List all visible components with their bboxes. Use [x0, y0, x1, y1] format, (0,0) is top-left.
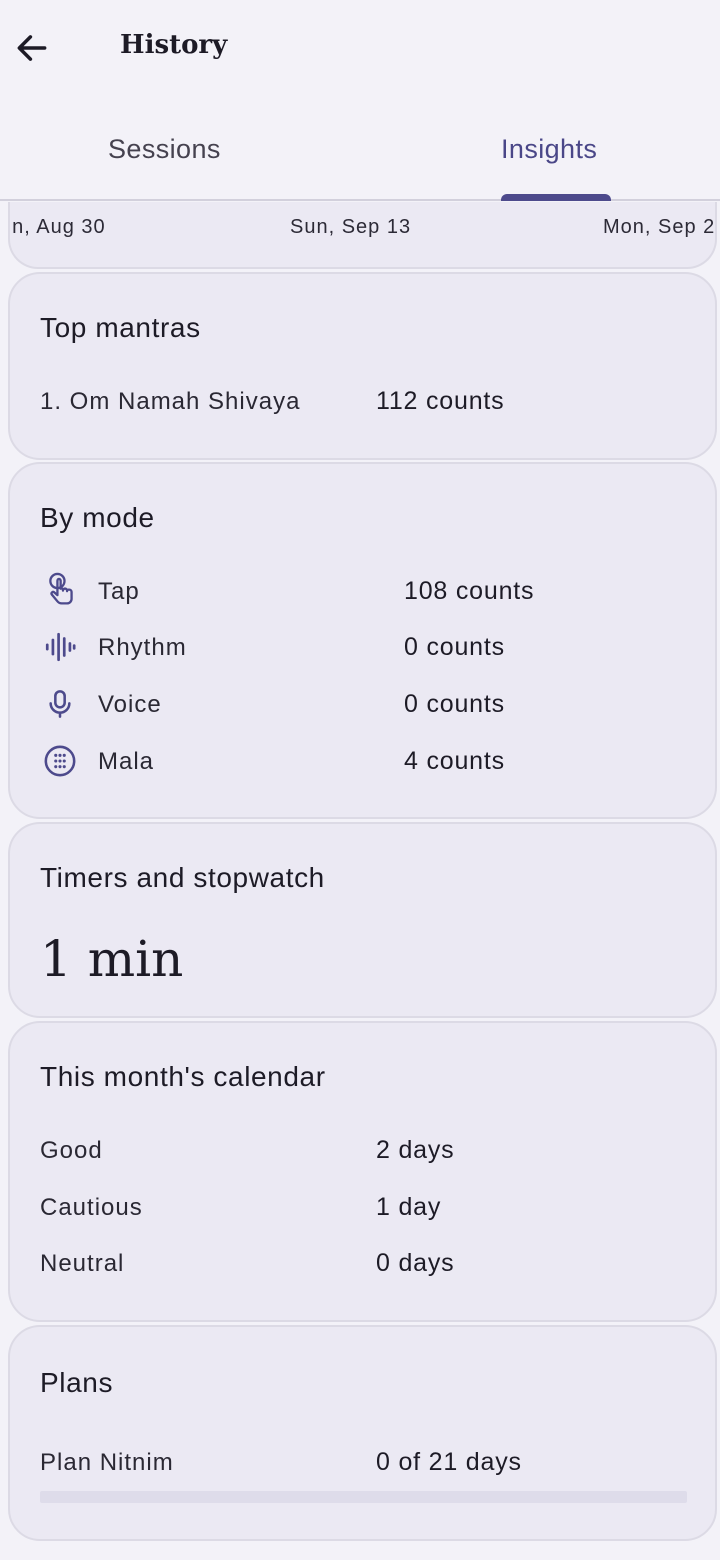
mode-label: Voice — [98, 691, 162, 718]
card-title: Top mantras — [40, 312, 201, 343]
tab-insights[interactable]: Insights — [501, 134, 597, 165]
app-bar: History — [0, 0, 720, 100]
card-title: Timers and stopwatch — [40, 862, 325, 893]
mala-beads-icon — [42, 743, 78, 779]
microphone-icon — [42, 686, 78, 722]
timeline-date[interactable]: Sun, Sep 13 — [290, 216, 411, 239]
mode-label: Mala — [98, 748, 155, 775]
calendar-value: 1 day — [376, 1193, 442, 1221]
mode-count: 0 counts — [404, 633, 505, 661]
card-title: This month's calendar — [40, 1061, 326, 1092]
mode-count: 108 counts — [404, 577, 535, 605]
calendar-card: This month's calendar Good 2 days Cautio… — [8, 1021, 717, 1322]
mode-count: 0 counts — [404, 690, 505, 718]
rhythm-waveform-icon — [42, 629, 78, 665]
card-title: By mode — [40, 502, 155, 533]
timers-card: Timers and stopwatch 1 min — [8, 822, 717, 1018]
plan-name: Plan Nitnim — [40, 1449, 174, 1476]
arrow-left-icon — [17, 35, 47, 61]
by-mode-card: By mode Tap 108 counts Rhythm 0 counts V… — [8, 462, 717, 819]
plan-progress-text: 0 of 21 days — [376, 1448, 522, 1476]
timeline-date[interactable]: un, Aug 30 — [10, 216, 106, 239]
calendar-label: Cautious — [40, 1194, 143, 1221]
mode-label: Tap — [98, 578, 140, 605]
timeline-date[interactable]: Mon, Sep 2 — [603, 216, 715, 239]
calendar-label: Good — [40, 1137, 103, 1164]
tab-sessions[interactable]: Sessions — [108, 134, 221, 165]
active-tab-indicator — [501, 194, 611, 201]
tab-bar: Sessions Insights — [0, 100, 720, 201]
plans-card: Plans Plan Nitnim 0 of 21 days — [8, 1325, 717, 1541]
card-title: Plans — [40, 1367, 114, 1398]
plan-progress-bar — [40, 1491, 687, 1503]
timer-total: 1 min — [40, 930, 184, 988]
back-button[interactable] — [8, 24, 56, 72]
top-mantras-card: Top mantras 1. Om Namah Shivaya 112 coun… — [8, 272, 717, 460]
tap-icon — [42, 572, 78, 608]
mode-count: 4 counts — [404, 747, 505, 775]
mode-label: Rhythm — [98, 634, 187, 661]
mantra-count: 112 counts — [376, 387, 505, 415]
history-screen: History Sessions Insights un, Aug 30 Sun… — [0, 0, 720, 1560]
page-title: History — [120, 30, 228, 60]
calendar-value: 2 days — [376, 1136, 455, 1164]
calendar-label: Neutral — [40, 1250, 125, 1277]
date-timeline[interactable]: un, Aug 30 Sun, Sep 13 Mon, Sep 2 — [8, 202, 717, 269]
mantra-name: 1. Om Namah Shivaya — [40, 388, 301, 415]
calendar-value: 0 days — [376, 1249, 455, 1277]
